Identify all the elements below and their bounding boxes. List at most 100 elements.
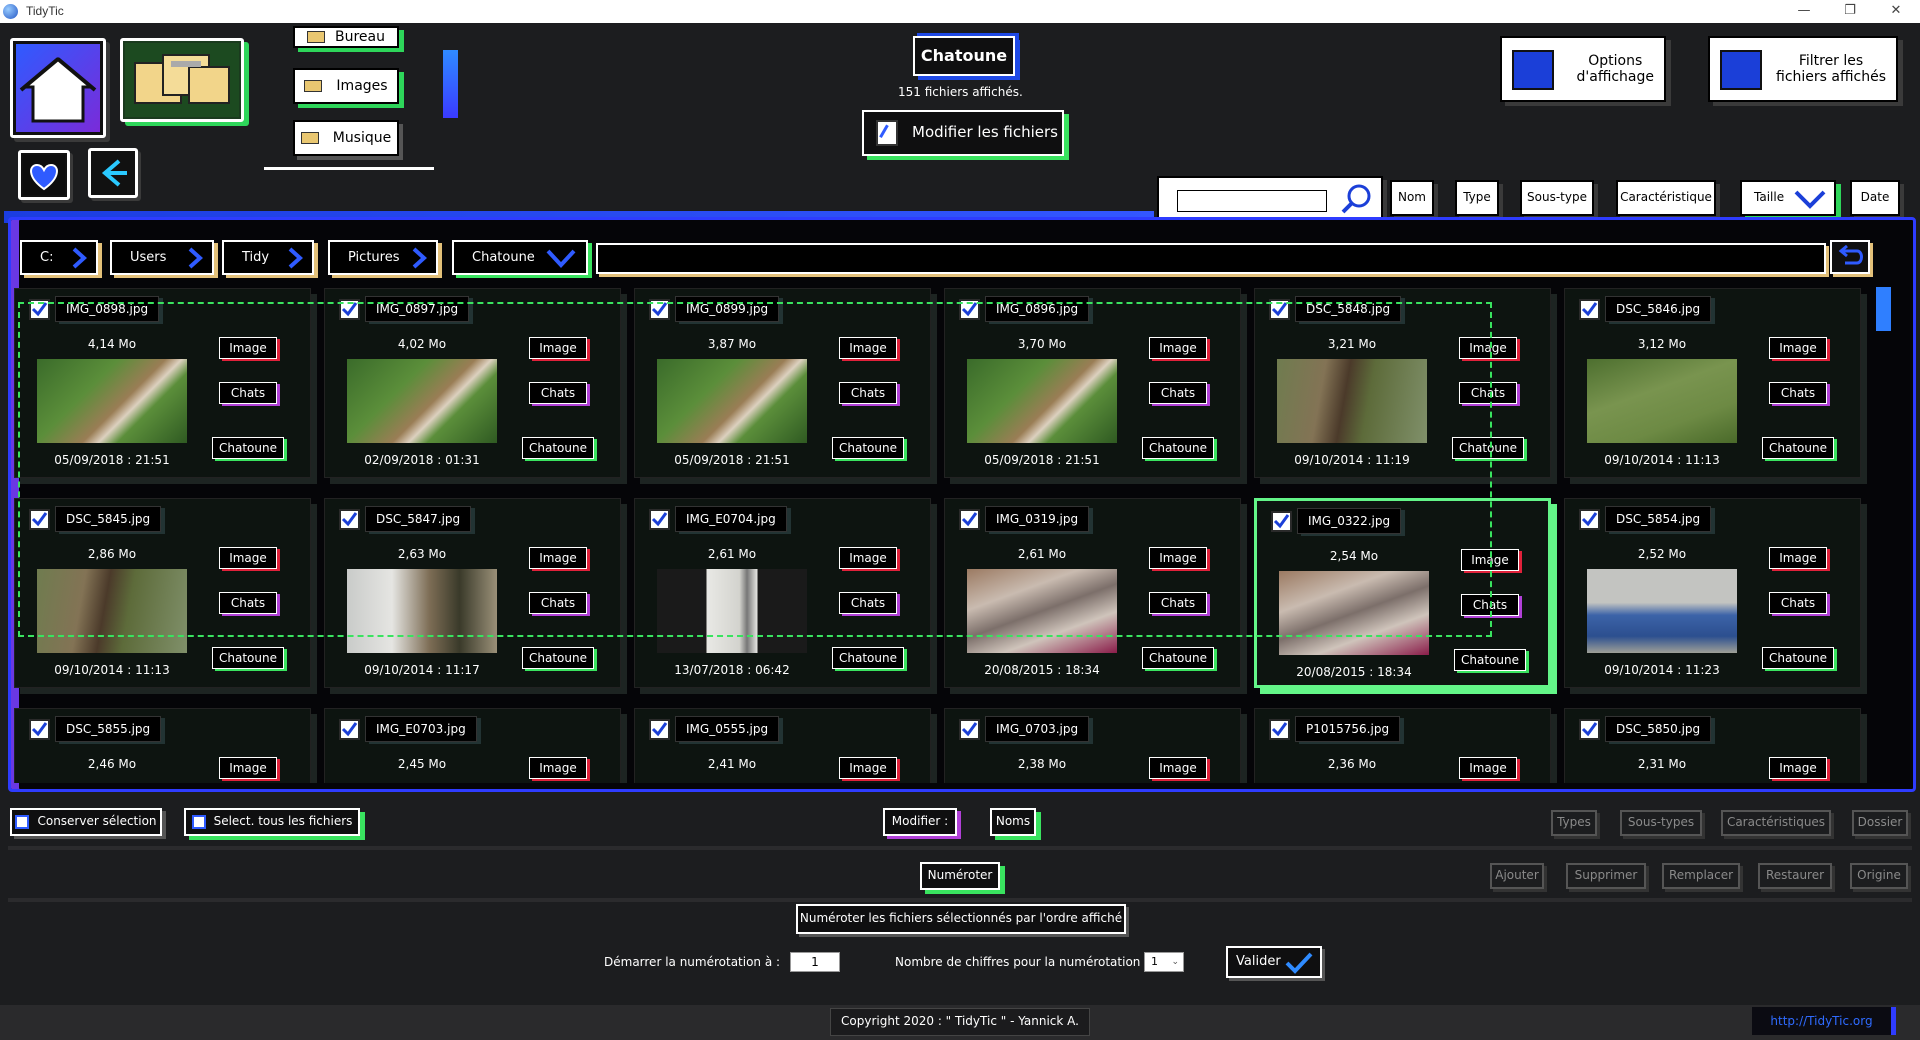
file-type-tag[interactable]: Image <box>219 757 277 779</box>
file-card[interactable]: IMG_E0703.jpg 2,45 Mo Image <box>324 708 621 783</box>
shortcut-musique[interactable]: Musique <box>293 120 399 156</box>
favorites-button[interactable] <box>18 150 70 200</box>
file-subtype-tag[interactable]: Chats <box>839 382 897 404</box>
file-characteristic-tag[interactable]: Chatoune <box>212 437 284 459</box>
modify-files-button[interactable]: Modifier les fichiers <box>862 110 1064 156</box>
file-subtype-tag[interactable]: Chats <box>1149 592 1207 614</box>
keep-selection-button[interactable]: Conserver sélection <box>10 808 162 836</box>
file-characteristic-tag[interactable]: Chatoune <box>1454 649 1526 671</box>
checkbox-checked-icon[interactable] <box>959 299 980 320</box>
file-subtype-tag[interactable]: Chats <box>219 592 277 614</box>
file-type-tag[interactable]: Image <box>1769 337 1827 359</box>
file-subtype-tag[interactable]: Chats <box>1459 382 1517 404</box>
website-link[interactable]: http://TidyTic.org <box>1752 1007 1896 1035</box>
file-card[interactable]: DSC_5846.jpg 3,12 Mo Image Chats Chatoune 09/… <box>1564 288 1861 478</box>
modify-folder-button[interactable]: Dossier <box>1852 810 1908 836</box>
checkbox-checked-icon[interactable] <box>959 719 980 740</box>
file-type-tag[interactable]: Image <box>1459 757 1517 779</box>
file-type-tag[interactable]: Image <box>1461 549 1519 571</box>
file-type-tag[interactable]: Image <box>839 757 897 779</box>
folders-button[interactable] <box>120 38 244 122</box>
checkbox-checked-icon[interactable] <box>649 719 670 740</box>
file-type-tag[interactable]: Image <box>219 547 277 569</box>
file-type-tag[interactable]: Image <box>1149 547 1207 569</box>
checkbox-checked-icon[interactable] <box>339 509 360 530</box>
file-thumbnail[interactable] <box>1587 359 1737 443</box>
file-type-tag[interactable]: Image <box>1769 547 1827 569</box>
file-characteristic-tag[interactable]: Chatoune <box>212 647 284 669</box>
file-thumbnail[interactable] <box>1277 359 1427 443</box>
file-card[interactable]: IMG_0703.jpg 2,38 Mo Image <box>944 708 1241 783</box>
file-card[interactable]: IMG_0898.jpg 4,14 Mo Image Chats Chatoune 05/… <box>14 288 311 478</box>
sort-type-button[interactable]: Type <box>1455 180 1499 216</box>
sort-subtype-button[interactable]: Sous-type <box>1520 180 1594 216</box>
checkbox-checked-icon[interactable] <box>339 299 360 320</box>
file-subtype-tag[interactable]: Chats <box>1769 592 1827 614</box>
validate-button[interactable]: Valider <box>1226 946 1322 978</box>
home-button[interactable] <box>10 38 106 138</box>
file-subtype-tag[interactable]: Chats <box>219 382 277 404</box>
back-button[interactable] <box>88 148 138 198</box>
file-characteristic-tag[interactable]: Chatoune <box>1452 437 1524 459</box>
checkbox-checked-icon[interactable] <box>1579 719 1600 740</box>
origin-button[interactable]: Origine <box>1850 863 1908 889</box>
file-characteristic-tag[interactable]: Chatoune <box>1142 437 1214 459</box>
file-type-tag[interactable]: Image <box>1769 757 1827 779</box>
file-thumbnail[interactable] <box>347 359 497 443</box>
file-characteristic-tag[interactable]: Chatoune <box>832 647 904 669</box>
breadcrumb-chatoune[interactable]: Chatoune <box>452 240 588 275</box>
search-input[interactable] <box>1177 190 1327 212</box>
select-all-button[interactable]: Select. tous les fichiers <box>184 808 360 836</box>
breadcrumb-tidy[interactable]: Tidy <box>222 240 314 275</box>
file-subtype-tag[interactable]: Chats <box>529 592 587 614</box>
breadcrumb-users[interactable]: Users <box>110 240 214 275</box>
checkbox-checked-icon[interactable] <box>1269 719 1290 740</box>
modify-subtypes-button[interactable]: Sous-types <box>1620 810 1702 836</box>
file-subtype-tag[interactable]: Chats <box>1769 382 1827 404</box>
checkbox-checked-icon[interactable] <box>959 509 980 530</box>
replace-button[interactable]: Remplacer <box>1662 863 1740 889</box>
breadcrumb-pictures[interactable]: Pictures <box>328 240 438 275</box>
file-subtype-tag[interactable]: Chats <box>1461 594 1519 616</box>
minimize-icon[interactable]: — <box>1781 0 1827 23</box>
file-card[interactable]: IMG_0896.jpg 3,70 Mo Image Chats Chatoune 05/… <box>944 288 1241 478</box>
file-subtype-tag[interactable]: Chats <box>1149 382 1207 404</box>
number-button[interactable]: Numéroter <box>920 862 1000 890</box>
file-characteristic-tag[interactable]: Chatoune <box>1142 647 1214 669</box>
add-button[interactable]: Ajouter <box>1490 863 1544 889</box>
path-undo-button[interactable] <box>1830 240 1870 274</box>
digits-select[interactable]: 1 ⌄ <box>1144 952 1184 972</box>
sort-size-button[interactable]: Taille <box>1740 180 1836 216</box>
file-card[interactable]: DSC_5848.jpg 3,21 Mo Image Chats Chatoune 09/… <box>1254 288 1551 478</box>
sort-date-button[interactable]: Date <box>1850 180 1900 216</box>
checkbox-checked-icon[interactable] <box>29 509 50 530</box>
file-thumbnail[interactable] <box>37 569 187 653</box>
shortcut-bureau[interactable]: Bureau <box>293 26 399 48</box>
file-thumbnail[interactable] <box>37 359 187 443</box>
checkbox-checked-icon[interactable] <box>339 719 360 740</box>
delete-button[interactable]: Supprimer <box>1566 863 1646 889</box>
start-number-input[interactable] <box>790 952 840 972</box>
file-card[interactable]: DSC_5855.jpg 2,46 Mo Image <box>14 708 311 783</box>
file-type-tag[interactable]: Image <box>1149 757 1207 779</box>
modify-names-button[interactable]: Noms <box>990 808 1036 836</box>
checkbox-checked-icon[interactable] <box>29 719 50 740</box>
file-type-tag[interactable]: Image <box>529 757 587 779</box>
display-options-button[interactable]: Options d'affichage <box>1500 36 1666 102</box>
file-thumbnail[interactable] <box>657 359 807 443</box>
grid-scrollbar[interactable] <box>1876 287 1891 331</box>
file-card[interactable]: IMG_0322.jpg 2,54 Mo Image Chats Chatoune 20/… <box>1254 498 1551 688</box>
file-card[interactable]: IMG_E0704.jpg 2,61 Mo Image Chats Chatoune 13… <box>634 498 931 688</box>
checkbox-checked-icon[interactable] <box>649 509 670 530</box>
filter-files-button[interactable]: Filtrer les fichiers affichés <box>1708 36 1898 102</box>
file-type-tag[interactable]: Image <box>839 337 897 359</box>
file-card[interactable]: IMG_0899.jpg 3,87 Mo Image Chats Chatoune 05/… <box>634 288 931 478</box>
file-card[interactable]: IMG_0319.jpg 2,61 Mo Image Chats Chatoune 20/… <box>944 498 1241 688</box>
file-type-tag[interactable]: Image <box>1149 337 1207 359</box>
file-type-tag[interactable]: Image <box>219 337 277 359</box>
checkbox-checked-icon[interactable] <box>1271 511 1292 532</box>
file-type-tag[interactable]: Image <box>529 547 587 569</box>
file-card[interactable]: IMG_0897.jpg 4,02 Mo Image Chats Chatoune 02/… <box>324 288 621 478</box>
file-thumbnail[interactable] <box>657 569 807 653</box>
restore-icon[interactable]: ❐ <box>1827 0 1873 23</box>
